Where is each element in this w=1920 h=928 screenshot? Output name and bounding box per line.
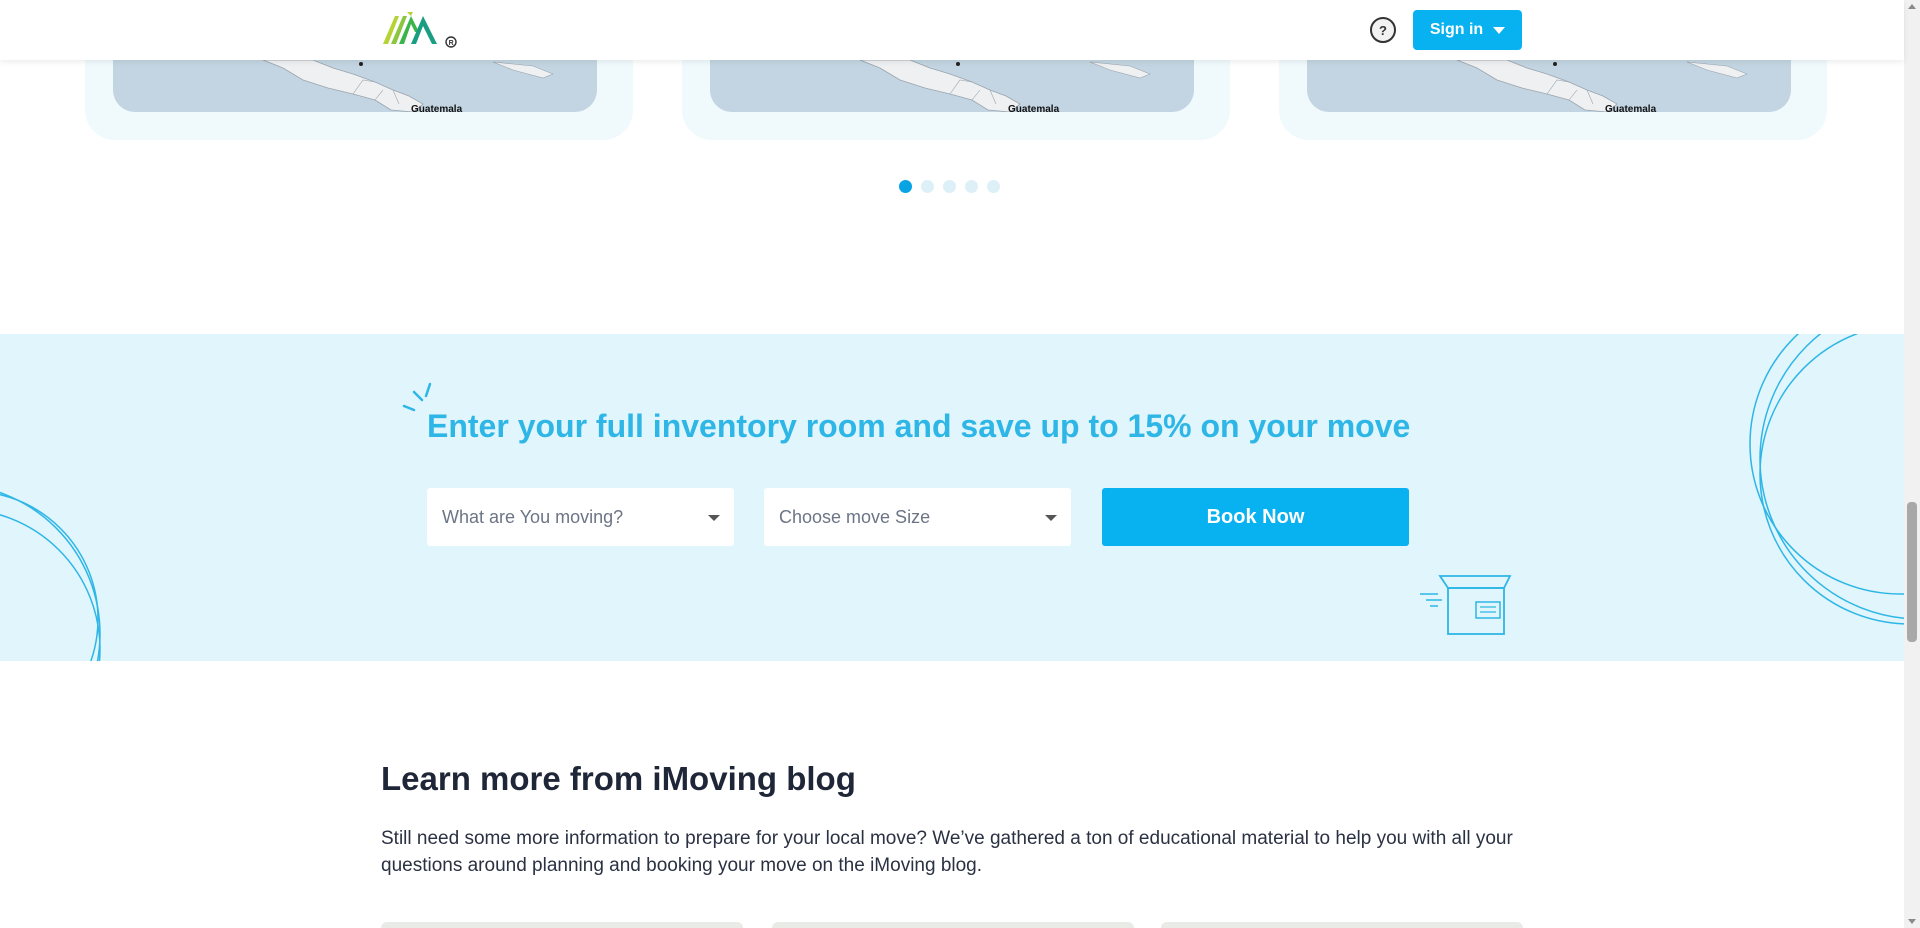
sign-in-label: Sign in: [1429, 21, 1484, 38]
help-headset-icon[interactable]: ?: [1366, 15, 1400, 45]
what-moving-placeholder: What are You moving?: [442, 506, 624, 527]
sign-in-button[interactable]: Sign in: [1413, 10, 1522, 50]
page: Guatemala Guatemala Guatemala R ? Sign i…: [0, 0, 1920, 928]
carousel-dot[interactable]: [943, 180, 956, 193]
blog-section-title: Learn more from iMoving blog: [381, 760, 856, 797]
blog-card[interactable]: [381, 922, 743, 928]
blog-card[interactable]: [1161, 922, 1523, 928]
dropdown-arrow-icon: [708, 515, 720, 521]
box-icon: [1420, 575, 1512, 635]
move-size-placeholder: Choose move Size: [779, 506, 931, 527]
map-image: Guatemala: [1307, 60, 1791, 112]
carousel-dot[interactable]: [899, 180, 912, 193]
carousel-dot[interactable]: [965, 180, 978, 193]
promo-heading: Enter your full inventory room and save …: [427, 408, 1411, 444]
what-moving-select[interactable]: What are You moving?: [427, 488, 734, 546]
site-header: R ? Sign in: [0, 0, 1904, 60]
blog-section-description: Still need some more information to prep…: [381, 828, 1513, 876]
svg-text:R: R: [449, 40, 454, 47]
map-image: Guatemala: [710, 60, 1194, 112]
map-image: Guatemala: [113, 60, 597, 112]
carousel-pagination: [899, 180, 1000, 193]
dropdown-arrow-icon: [1045, 515, 1057, 521]
page-scrollbar[interactable]: [1904, 0, 1920, 928]
scroll-down-arrow-icon[interactable]: [1908, 919, 1916, 924]
carousel-dot[interactable]: [921, 180, 934, 193]
chevron-down-icon: [1493, 26, 1506, 34]
map-city-label: Guatemala: [411, 104, 463, 112]
blog-card[interactable]: [772, 922, 1134, 928]
scrollbar-thumb[interactable]: [1907, 502, 1917, 642]
map-city-label: Guatemala: [1605, 104, 1657, 112]
book-now-label: Book Now: [1206, 505, 1305, 528]
imoving-logo[interactable]: R: [381, 8, 461, 50]
book-now-button[interactable]: Book Now: [1102, 488, 1409, 546]
move-size-select[interactable]: Choose move Size: [764, 488, 1071, 546]
scroll-up-arrow-icon[interactable]: [1908, 4, 1916, 9]
inventory-promo-section: Enter your full inventory room and save …: [0, 334, 1904, 661]
map-city-label: Guatemala: [1008, 104, 1060, 112]
help-icon-glyph: ?: [1370, 17, 1396, 43]
carousel-dot[interactable]: [987, 180, 1000, 193]
